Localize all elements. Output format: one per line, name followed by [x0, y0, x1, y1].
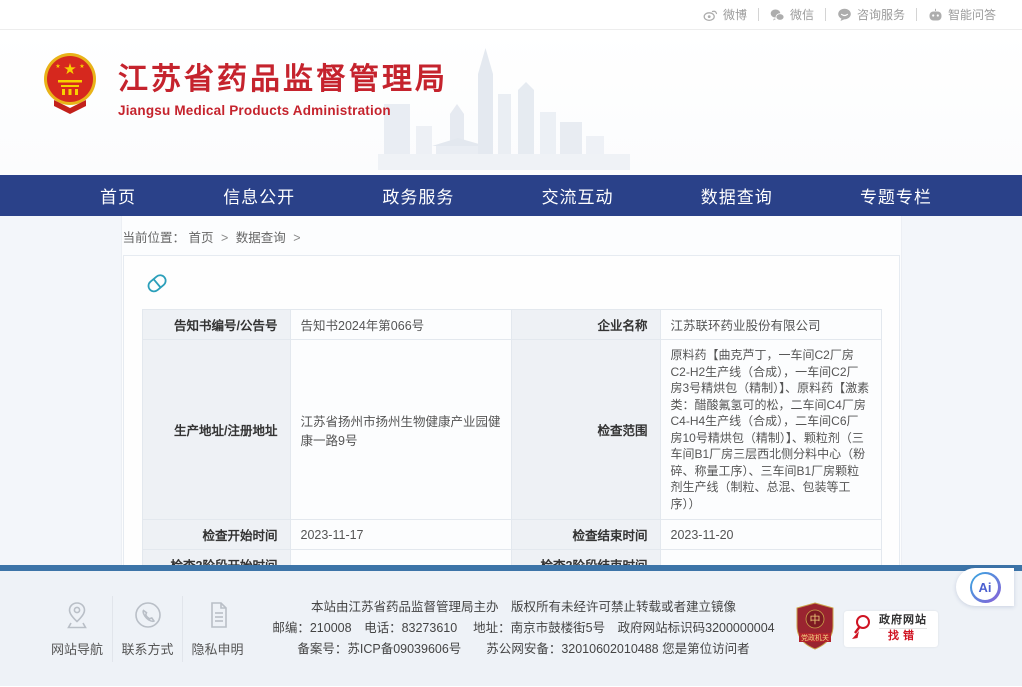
consult-service-label: 咨询服务: [857, 6, 905, 23]
footer: 网站导航 联系方式 隐私申明: [0, 571, 1022, 686]
phone-icon: [119, 600, 176, 630]
pill-capsule-icon: [142, 269, 881, 302]
scope-value: 原料药【曲克芦丁，一车间C2厂房C2-H2生产线（合成），一车间C2厂房3号精烘…: [660, 340, 881, 520]
breadcrumb-section-link[interactable]: 数据查询: [236, 231, 286, 245]
privacy-label: 隐私申明: [191, 642, 243, 657]
scope-label: 检查范围: [511, 340, 660, 520]
smart-qa-link[interactable]: 智能问答: [928, 6, 996, 23]
wechat-label: 微信: [790, 6, 814, 23]
ai-assistant-button[interactable]: Ai: [956, 568, 1014, 606]
site-title: 江苏省药品监督管理局: [118, 54, 448, 98]
divider: [758, 8, 759, 21]
contact-label: 联系方式: [121, 642, 173, 657]
phase2-start-value: [290, 550, 511, 566]
ai-label: Ai: [972, 574, 998, 600]
start-date-value: 2023-11-17: [290, 520, 511, 550]
footer-copyright: 本站由江苏省药品监督管理局主办 版权所有未经许可禁止转载或者建立镜像 邮编：21…: [252, 597, 795, 660]
party-gov-shield-badge[interactable]: 中 党政机关: [795, 602, 835, 655]
start-date-label: 检查开始时间: [142, 520, 290, 550]
notice-no-label: 告知书编号/公告号: [142, 310, 290, 340]
phase2-end-label: 检查2阶段结束时间: [511, 550, 660, 566]
weibo-link[interactable]: 微博: [703, 6, 747, 23]
footer-line1: 本站由江苏省药品监督管理局主办 版权所有未经许可禁止转载或者建立镜像: [252, 597, 795, 618]
contact-link[interactable]: 联系方式: [112, 596, 182, 662]
site-map-link[interactable]: 网站导航: [42, 596, 112, 662]
weibo-icon: [703, 8, 718, 22]
breadcrumb-separator: >: [221, 231, 228, 245]
nav-info-disclosure[interactable]: 信息公开: [223, 183, 295, 208]
svg-text:★: ★: [55, 63, 60, 70]
phase2-start-label: 检查2阶段开始时间: [142, 550, 290, 566]
svg-text:★: ★: [79, 63, 84, 70]
divider: [825, 8, 826, 21]
phase2-end-value: [660, 550, 881, 566]
magnifier-icon: [850, 612, 874, 645]
gov-site-find-error-badge[interactable]: 政府网站 找错: [844, 611, 938, 647]
table-row: 生产地址/注册地址 江苏省扬州市扬州生物健康产业园健康一路9号 检查范围 原料药…: [142, 340, 881, 520]
find-error-subtitle: 找错: [879, 629, 927, 643]
end-date-value: 2023-11-20: [660, 520, 881, 550]
site-map-label: 网站导航: [51, 642, 103, 657]
consult-service-link[interactable]: 咨询服务: [837, 6, 905, 23]
nav-special-topics[interactable]: 专题专栏: [860, 183, 932, 208]
nav-gov-services[interactable]: 政务服务: [382, 183, 454, 208]
content-area: 当前位置： 首页 > 数据查询 > 告知书编号/公告号 告知书2024年第06: [0, 216, 1022, 565]
breadcrumb-prefix: 当前位置：: [123, 231, 186, 245]
footer-quicklinks: 网站导航 联系方式 隐私申明: [42, 596, 252, 662]
map-pin-icon: [48, 600, 106, 630]
wechat-icon: [770, 8, 785, 22]
breadcrumb-home-link[interactable]: 首页: [189, 231, 214, 245]
table-row: 告知书编号/公告号 告知书2024年第066号 企业名称 江苏联环药业股份有限公…: [142, 310, 881, 340]
main-nav: 首页 信息公开 政务服务 交流互动 数据查询 专题专栏: [0, 175, 1022, 216]
wechat-link[interactable]: 微信: [770, 6, 814, 23]
record-detail-panel: 告知书编号/公告号 告知书2024年第066号 企业名称 江苏联环药业股份有限公…: [123, 255, 900, 565]
weibo-label: 微博: [723, 6, 747, 23]
breadcrumb-separator: >: [293, 231, 300, 245]
document-icon: [189, 600, 246, 630]
table-row: 检查开始时间 2023-11-17 检查结束时间 2023-11-20: [142, 520, 881, 550]
shield-badge-text: 党政机关: [801, 633, 829, 642]
site-header: ★ ★ ★ 江苏省药品监督管理局 Jiangsu Medical Product…: [0, 30, 1022, 175]
site-subtitle: Jiangsu Medical Products Administration: [118, 103, 448, 118]
company-value: 江苏联环药业股份有限公司: [660, 310, 881, 340]
topbar: 微博 微信 咨询服务 智能问答: [0, 0, 1022, 30]
privacy-link[interactable]: 隐私申明: [182, 596, 252, 662]
robot-icon: [928, 8, 943, 22]
address-label: 生产地址/注册地址: [142, 340, 290, 520]
smart-qa-label: 智能问答: [948, 6, 996, 23]
company-label: 企业名称: [511, 310, 660, 340]
footer-line2: 邮编：210008 电话：83273610 地址：南京市鼓楼街5号 政府网站标识…: [252, 618, 795, 639]
nav-interaction[interactable]: 交流互动: [542, 183, 614, 208]
table-row: 检查2阶段开始时间 检查2阶段结束时间: [142, 550, 881, 566]
nav-data-query[interactable]: 数据查询: [701, 183, 773, 208]
address-value: 江苏省扬州市扬州生物健康产业园健康一路9号: [290, 340, 511, 520]
notice-no-value: 告知书2024年第066号: [290, 310, 511, 340]
footer-line3: 备案号：苏ICP备09039606号 苏公网安备：32010602010488 …: [252, 639, 795, 660]
ai-icon: Ai: [970, 572, 1001, 603]
national-emblem-icon: ★ ★ ★: [42, 52, 98, 119]
consult-chat-icon: [837, 8, 852, 22]
svg-text:★: ★: [63, 61, 76, 78]
divider: [916, 8, 917, 21]
brand-logo-block[interactable]: ★ ★ ★ 江苏省药品监督管理局 Jiangsu Medical Product…: [42, 52, 448, 119]
svg-text:中: 中: [810, 613, 821, 626]
breadcrumb: 当前位置： 首页 > 数据查询 >: [123, 216, 900, 255]
find-error-title: 政府网站: [879, 614, 927, 629]
nav-home[interactable]: 首页: [100, 183, 136, 208]
end-date-label: 检查结束时间: [511, 520, 660, 550]
inspection-detail-table: 告知书编号/公告号 告知书2024年第066号 企业名称 江苏联环药业股份有限公…: [142, 309, 882, 565]
footer-badges: 中 党政机关 政府网站 找错: [795, 602, 938, 655]
